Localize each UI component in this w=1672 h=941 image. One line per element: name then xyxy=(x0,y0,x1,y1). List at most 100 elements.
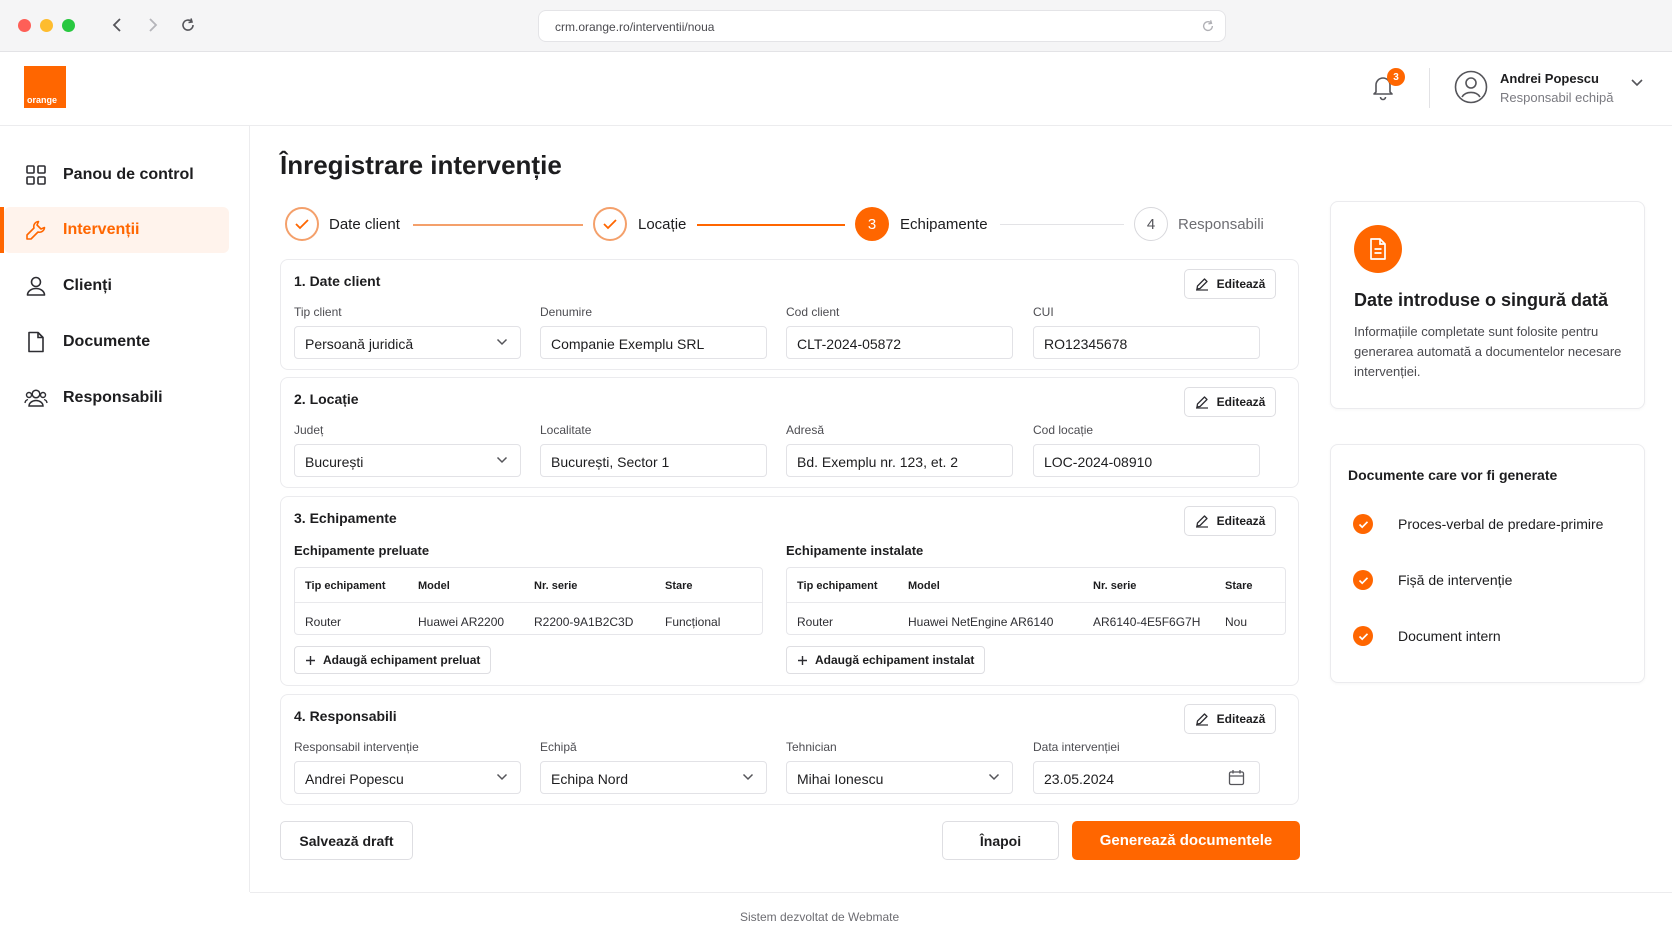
responsabil-label: Responsabil intervenție xyxy=(294,740,419,754)
denumire-input[interactable]: Companie Exemplu SRL xyxy=(540,326,767,359)
close-window-button[interactable] xyxy=(18,19,31,32)
sidebar-item-interventions[interactable]: Intervenții xyxy=(4,207,229,253)
adresa-input[interactable]: Bd. Exemplu nr. 123, et. 2 xyxy=(786,444,1013,477)
tehnician-select[interactable]: Mihai Ionescu xyxy=(786,761,1013,794)
echipa-select[interactable]: Echipa Nord xyxy=(540,761,767,794)
client-card-title: 1. Date client xyxy=(294,273,381,289)
check-circle-icon xyxy=(1353,514,1373,534)
add-taken-equipment-button[interactable]: Adaugă echipament preluat xyxy=(294,646,492,674)
location-card-title: 2. Locație xyxy=(294,391,359,407)
step-4-circle[interactable]: 4 xyxy=(1134,207,1168,241)
sidebar-item-label: Responsabili xyxy=(63,389,163,406)
back-nav-button[interactable] xyxy=(106,14,128,36)
cod-locatie-input[interactable]: LOC-2024-08910 xyxy=(1033,444,1260,477)
data-interventiei-input[interactable]: 23.05.2024 xyxy=(1033,761,1260,794)
step-4-label[interactable]: Responsabili xyxy=(1178,216,1264,233)
maximize-window-button[interactable] xyxy=(62,19,75,32)
taken-equipment-table: Tip echipament Model Nr. serie Stare Rou… xyxy=(294,567,763,635)
table-header: Nr. serie xyxy=(534,580,578,592)
notification-badge: 3 xyxy=(1387,68,1405,86)
browser-chrome: crm.orange.ro/interventii/noua xyxy=(0,0,1672,52)
sidebar-item-dashboard[interactable]: Panou de control xyxy=(4,152,229,198)
step-1-label[interactable]: Date client xyxy=(329,216,400,233)
document-icon xyxy=(1370,238,1386,260)
cod-client-label: Cod client xyxy=(786,305,840,319)
user-icon xyxy=(26,276,46,296)
edit-responsible-button[interactable]: Editează xyxy=(1184,704,1276,734)
document-item-label: Document intern xyxy=(1398,628,1501,644)
check-icon xyxy=(295,219,309,230)
cui-label: CUI xyxy=(1033,305,1054,319)
step-3-circle[interactable]: 3 xyxy=(855,207,889,241)
denumire-label: Denumire xyxy=(540,305,593,319)
table-cell: AR6140-4E5F6G7H xyxy=(1093,615,1201,629)
edit-client-button[interactable]: Editează xyxy=(1184,269,1276,299)
cod-locatie-label: Cod locație xyxy=(1033,423,1094,437)
cod-client-value: CLT-2024-05872 xyxy=(797,336,902,352)
judet-select[interactable]: București xyxy=(294,444,521,477)
forward-nav-button[interactable] xyxy=(142,14,164,36)
adresa-value: Bd. Exemplu nr. 123, et. 2 xyxy=(797,454,959,470)
table-header: Nr. serie xyxy=(1093,580,1137,592)
echipa-value: Echipa Nord xyxy=(551,771,629,787)
back-button[interactable]: Înapoi xyxy=(942,821,1059,860)
step-2-circle[interactable] xyxy=(593,207,627,241)
sidebar-item-responsible[interactable]: Responsabili xyxy=(4,375,229,421)
equipment-card-title: 3. Echipamente xyxy=(294,510,397,526)
edit-label: Editează xyxy=(1216,395,1266,409)
data-interventiei-label: Data intervenției xyxy=(1033,740,1120,754)
table-cell: Router xyxy=(797,615,834,629)
reload-button[interactable] xyxy=(177,14,199,36)
user-role: Responsabil echipă xyxy=(1500,90,1614,105)
wrench-icon xyxy=(26,220,46,240)
document-item-label: Proces-verbal de predare-primire xyxy=(1398,516,1604,532)
generate-documents-button[interactable]: Generează documentele xyxy=(1072,821,1300,860)
sidebar-item-label: Intervenții xyxy=(63,221,140,238)
chevron-down-icon xyxy=(742,773,754,781)
minimize-window-button[interactable] xyxy=(40,19,53,32)
reload-icon xyxy=(182,18,194,31)
orange-logo[interactable]: orange xyxy=(24,66,66,108)
user-name: Andrei Popescu xyxy=(1500,71,1599,86)
location-card: 2. Locație Editează Județ București Loca… xyxy=(280,377,1299,488)
edit-location-button[interactable]: Editează xyxy=(1184,387,1276,417)
table-cell: Nou xyxy=(1225,615,1248,629)
plus-icon xyxy=(306,655,315,665)
app-header: orange 3 Andrei Popescu Responsabil echi… xyxy=(0,52,1672,126)
localitate-value: București, Sector 1 xyxy=(551,454,670,470)
edit-equipment-button[interactable]: Editează xyxy=(1184,506,1276,536)
edit-label: Editează xyxy=(1216,277,1266,291)
pencil-icon xyxy=(1195,713,1208,726)
calendar-icon[interactable] xyxy=(1228,769,1245,786)
chevron-right-icon xyxy=(149,18,158,32)
sidebar-item-clients[interactable]: Clienți xyxy=(4,263,229,309)
taken-equipment-title: Echipamente preluate xyxy=(294,543,430,558)
add-installed-equipment-button[interactable]: Adaugă echipament instalat xyxy=(786,646,986,674)
chevron-down-icon[interactable] xyxy=(1630,78,1644,88)
tip-client-select[interactable]: Persoană juridică xyxy=(294,326,521,359)
equipment-card: 3. Echipamente Editează Echipamente prel… xyxy=(280,496,1299,686)
step-connector-1 xyxy=(413,224,583,226)
table-cell: R2200-9A1B2C3D xyxy=(534,615,634,629)
localitate-input[interactable]: București, Sector 1 xyxy=(540,444,767,477)
refresh-icon[interactable] xyxy=(1201,19,1215,33)
pencil-icon xyxy=(1195,396,1208,409)
page-title: Înregistrare intervenție xyxy=(280,150,562,180)
step-2-label[interactable]: Locație xyxy=(638,216,686,233)
cod-client-input[interactable]: CLT-2024-05872 xyxy=(786,326,1013,359)
step-connector-2 xyxy=(697,224,845,226)
judet-value: București xyxy=(305,454,364,470)
save-draft-button[interactable]: Salvează draft xyxy=(280,821,413,860)
responsabil-select[interactable]: Andrei Popescu xyxy=(294,761,521,794)
cui-input[interactable]: RO12345678 xyxy=(1033,326,1260,359)
user-avatar-icon[interactable] xyxy=(1454,70,1488,104)
step-connector-3 xyxy=(1000,224,1124,225)
add-taken-label: Adaugă echipament preluat xyxy=(323,653,481,667)
step-1-circle[interactable] xyxy=(285,207,319,241)
check-circle-icon xyxy=(1353,570,1373,590)
sidebar-item-documents[interactable]: Documente xyxy=(4,319,229,365)
cui-value: RO12345678 xyxy=(1044,336,1128,352)
address-bar[interactable]: crm.orange.ro/interventii/noua xyxy=(538,10,1226,42)
step-3-label[interactable]: Echipamente xyxy=(900,216,988,233)
documents-panel-title: Documente care vor fi generate xyxy=(1348,467,1558,483)
